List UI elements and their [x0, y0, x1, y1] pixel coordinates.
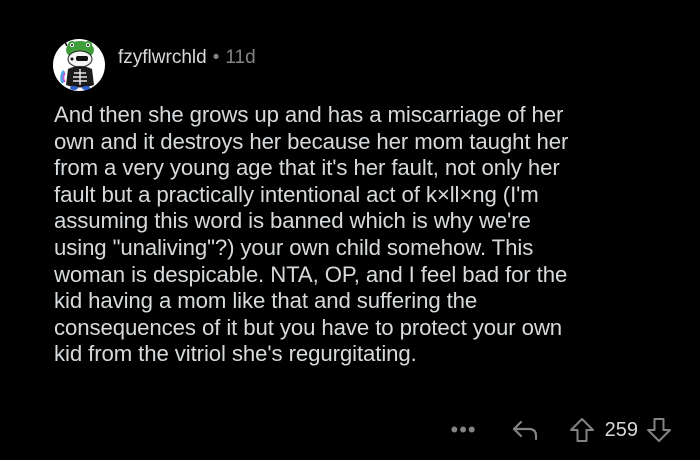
comment-line: from a very young age that it's her faul…: [54, 155, 560, 181]
comment-meta: fzyflwrchld • 11d: [118, 47, 256, 69]
comment-header: fzyflwrchld • 11d: [50, 26, 256, 96]
upvote-arrow-icon: [569, 418, 594, 442]
comment-line: kid having a mom like that and suffering…: [54, 288, 478, 314]
snoo-avatar-icon: [53, 35, 105, 91]
comment-line: own and it destroys her because her mom …: [54, 128, 569, 154]
reply-arrow-icon: [512, 420, 537, 441]
meta-separator: •: [212, 47, 220, 68]
comment-body: And then she grows up and has a miscarri…: [54, 102, 674, 368]
upvote-button[interactable]: [569, 417, 595, 443]
comment-line: kid from the vitriol she's regurgitating…: [54, 341, 417, 367]
username[interactable]: fzyflwrchld: [118, 47, 207, 69]
comment-line: consequences of it but you have to prote…: [54, 314, 562, 340]
comment: fzyflwrchld • 11d And then she grows up …: [0, 0, 700, 460]
avatar[interactable]: [50, 33, 106, 91]
vote-score: 259: [604, 418, 638, 441]
comment-line: woman is despicable. NTA, OP, and I feel…: [54, 261, 568, 287]
comment-line: fault but a practically intentional act …: [54, 181, 539, 207]
comment-actions: ••• 259: [451, 410, 672, 450]
comment-line: using "unaliving"?) your own child someh…: [54, 234, 534, 260]
downvote-button[interactable]: [646, 417, 672, 443]
comment-line: And then she grows up and has a miscarri…: [54, 102, 564, 127]
timestamp: 11d: [225, 47, 256, 68]
more-options-button[interactable]: •••: [451, 417, 477, 443]
comment-line: assuming this word is banned which is wh…: [54, 208, 531, 234]
reply-button[interactable]: [511, 418, 539, 442]
downvote-arrow-icon: [647, 418, 671, 442]
